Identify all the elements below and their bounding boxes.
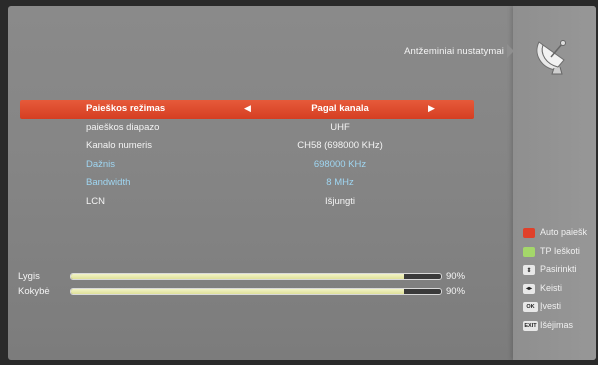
legend-enter[interactable]: OK Įvesti	[523, 300, 596, 319]
legend-exit[interactable]: EXIT Išėjimas	[523, 319, 596, 338]
up-down-key-icon: ⇕	[523, 265, 535, 275]
legend-auto-search[interactable]: Auto paiešk	[523, 226, 596, 245]
red-key-icon	[523, 228, 535, 238]
menu-row-label: Bandwidth	[86, 177, 131, 188]
ok-key-icon: OK	[523, 302, 538, 312]
signal-level-bar	[70, 273, 442, 280]
menu-row-search-mode[interactable]: Paieškos režimas ◀ Pagal kanala ▶	[20, 100, 474, 119]
signal-quality-bar	[70, 288, 442, 295]
signal-quality-fill	[71, 289, 404, 294]
panel-notch	[507, 44, 514, 58]
legend-text: Keisti	[540, 282, 563, 293]
menu-row-frequency[interactable]: Dažnis 698000 KHz	[20, 156, 474, 175]
menu-row-value: 8 MHz	[326, 177, 354, 188]
tv-screen: Antžeminiai nustatymai Paieškos režimas …	[8, 6, 596, 360]
legend-text: Pasirinkti	[540, 264, 577, 274]
signal-level-fill	[71, 274, 404, 279]
menu-row-channel-number[interactable]: Kanalo numeris CH58 (698000 KHz)	[20, 137, 474, 156]
legend-text: Įvesti	[540, 301, 562, 311]
settings-menu: Paieškos režimas ◀ Pagal kanala ▶ paiešk…	[20, 100, 474, 211]
menu-row-value: Pagal kanala	[311, 103, 369, 114]
legend-text: TP Ieškoti	[540, 245, 580, 256]
signal-quality-meter: Kokybė 90%	[18, 286, 488, 298]
menu-row-label: Kanalo numeris	[86, 140, 153, 151]
signal-level-meter: Lygis 90%	[18, 271, 488, 283]
page-title: Antžeminiai nustatymai	[404, 46, 504, 57]
signal-quality-label: Kokybė	[18, 286, 50, 297]
signal-level-percent: 90%	[446, 271, 466, 282]
menu-row-value: Išjungti	[324, 195, 356, 207]
menu-row-value: UHF	[330, 121, 350, 133]
satellite-dish-icon	[536, 40, 566, 75]
exit-key-icon: EXIT	[523, 320, 538, 331]
menu-row-bandwidth[interactable]: Bandwidth 8 MHz	[20, 174, 474, 193]
menu-row-label: Dažnis	[86, 158, 116, 170]
left-right-key-icon: ◂▸	[523, 283, 535, 294]
legend-tp-search[interactable]: TP Ieškoti	[523, 245, 596, 264]
menu-row-value: 698000 KHz	[313, 158, 367, 170]
green-key-icon	[523, 246, 535, 257]
menu-row-label: LCN	[86, 195, 106, 207]
menu-row-label: paieškos diapazo	[86, 121, 160, 133]
arrow-right-icon[interactable]: ▶	[428, 103, 435, 114]
key-legend: Auto paiešk TP Ieškoti ⇕ Pasirinkti ◂▸ K…	[523, 226, 596, 337]
menu-row-label: Paieškos režimas	[86, 103, 166, 114]
signal-level-label: Lygis	[18, 271, 40, 282]
legend-text: Išėjimas	[540, 319, 574, 330]
legend-change[interactable]: ◂▸ Keisti	[523, 282, 596, 301]
legend-select[interactable]: ⇕ Pasirinkti	[523, 263, 596, 282]
legend-text: Auto paiešk	[540, 227, 588, 237]
menu-row-search-range[interactable]: paieškos diapazo UHF	[20, 119, 474, 138]
menu-row-value: CH58 (698000 KHz)	[297, 140, 383, 151]
signal-quality-percent: 90%	[446, 286, 466, 297]
menu-row-lcn[interactable]: LCN Išjungti	[20, 193, 474, 212]
arrow-left-icon[interactable]: ◀	[244, 103, 251, 114]
